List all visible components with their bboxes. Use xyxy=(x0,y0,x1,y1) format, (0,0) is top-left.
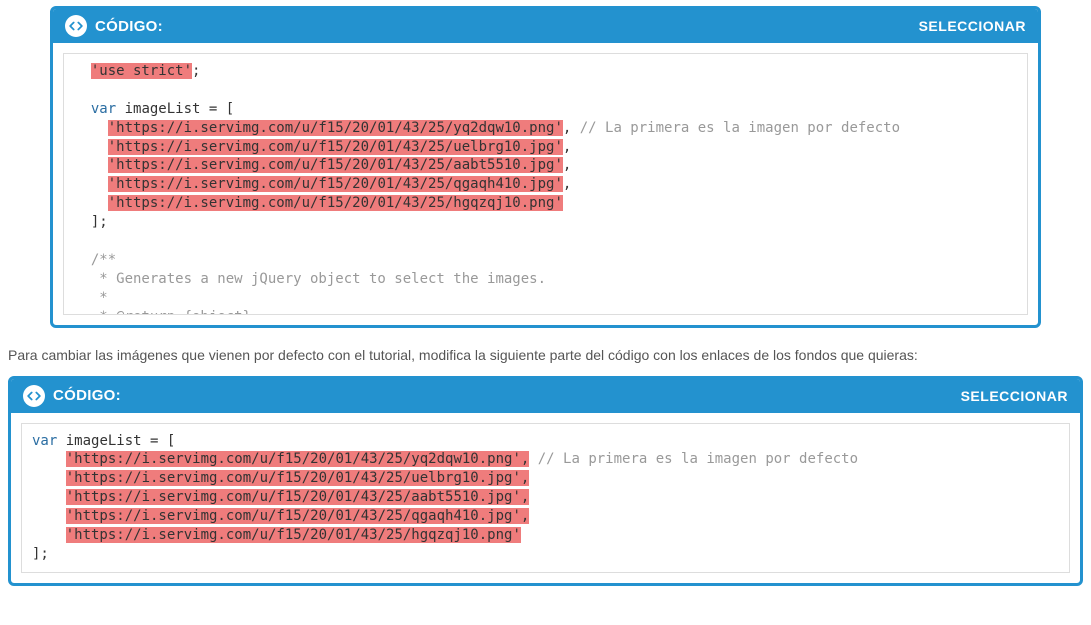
code-box-2-label: CÓDIGO: xyxy=(53,387,121,404)
code-box-2-content: var imageList = [ 'https://i.servimg.com… xyxy=(21,423,1070,573)
code-box-1-label: CÓDIGO: xyxy=(95,18,163,35)
code-box-2: CÓDIGO: SELECCIONAR var imageList = [ 'h… xyxy=(8,376,1083,586)
code-icon xyxy=(65,15,87,37)
explain-text: Para cambiar las imágenes que vienen por… xyxy=(8,346,1083,366)
code-box-2-select[interactable]: SELECCIONAR xyxy=(961,388,1068,404)
code-box-1-body: 'use strict'; var imageList = [ 'https:/… xyxy=(53,43,1038,325)
code-box-1: CÓDIGO: SELECCIONAR 'use strict'; var im… xyxy=(50,6,1041,328)
code-box-2-body: var imageList = [ 'https://i.servimg.com… xyxy=(11,413,1080,583)
code-box-1-header: CÓDIGO: SELECCIONAR xyxy=(53,9,1038,43)
code-icon xyxy=(23,385,45,407)
code-box-1-content[interactable]: 'use strict'; var imageList = [ 'https:/… xyxy=(63,53,1028,315)
code-box-2-header: CÓDIGO: SELECCIONAR xyxy=(11,379,1080,413)
code-box-1-select[interactable]: SELECCIONAR xyxy=(919,18,1026,34)
